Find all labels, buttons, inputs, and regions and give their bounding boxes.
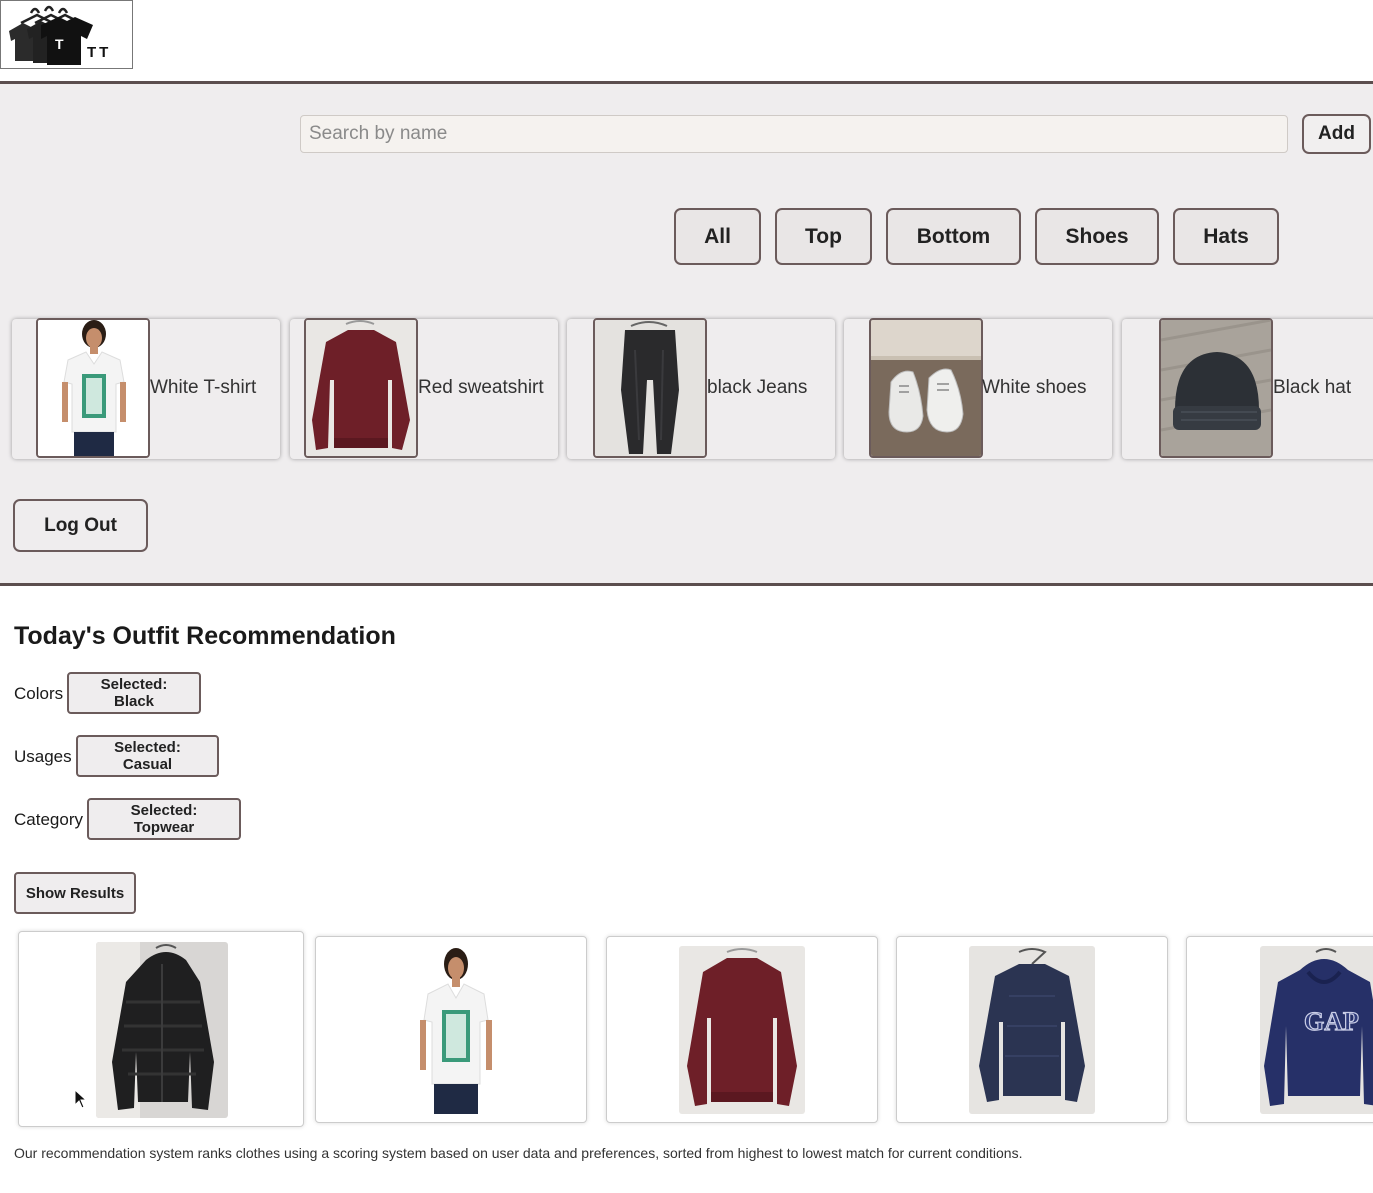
wardrobe-item-card[interactable]: White T-shirt bbox=[12, 318, 280, 459]
add-button[interactable]: Add bbox=[1302, 114, 1371, 154]
gap-logo-text: GAP bbox=[1304, 1007, 1359, 1036]
item-label: White T-shirt bbox=[150, 377, 257, 398]
filter-top-button[interactable]: Top bbox=[775, 208, 872, 265]
red-sweatshirt-image bbox=[679, 946, 805, 1114]
item-label: Red sweatshirt bbox=[418, 377, 544, 398]
filter-bottom-button[interactable]: Bottom bbox=[886, 208, 1021, 265]
wardrobe-panel: Add All Top Bottom Shoes Hats White T-sh… bbox=[0, 84, 1373, 586]
wardrobe-item-card[interactable]: Red sweatshirt bbox=[290, 318, 558, 459]
app-header: T TT bbox=[0, 0, 1373, 84]
white-tshirt-image bbox=[392, 946, 520, 1114]
wardrobe-item-card[interactable]: black Jeans bbox=[567, 318, 835, 459]
item-label: White shoes bbox=[982, 377, 1087, 398]
filter-all-button[interactable]: All bbox=[674, 208, 761, 265]
filter-hats-button[interactable]: Hats bbox=[1173, 208, 1279, 265]
recommendation-card[interactable] bbox=[315, 936, 587, 1123]
recommendation-card[interactable]: GAP bbox=[1186, 936, 1373, 1123]
mouse-cursor-icon bbox=[74, 1089, 88, 1109]
recommendation-card[interactable] bbox=[606, 936, 878, 1123]
black-hat-image bbox=[1159, 318, 1273, 458]
category-select-button[interactable]: Selected: Topwear bbox=[87, 798, 241, 840]
wardrobe-item-card[interactable]: White shoes bbox=[844, 318, 1112, 459]
red-sweatshirt-image bbox=[304, 318, 418, 458]
search-input[interactable] bbox=[300, 115, 1288, 153]
filter-shoes-button[interactable]: Shoes bbox=[1035, 208, 1159, 265]
usages-label: Usages bbox=[14, 747, 72, 766]
usages-select-button[interactable]: Selected: Casual bbox=[76, 735, 219, 777]
app-logo[interactable]: T TT bbox=[0, 0, 133, 69]
colors-select-button[interactable]: Selected: Black bbox=[67, 672, 201, 714]
hanger-shirts-logo-icon: T TT bbox=[9, 5, 111, 65]
colors-label: Colors bbox=[14, 684, 64, 703]
wardrobe-item-card[interactable]: Black hat bbox=[1122, 318, 1373, 459]
log-out-button[interactable]: Log Out bbox=[13, 499, 148, 552]
logo-text: TT bbox=[87, 44, 111, 61]
gap-hoodie-image: GAP bbox=[1260, 946, 1373, 1114]
category-label: Category bbox=[14, 810, 83, 829]
recommendation-card[interactable] bbox=[18, 931, 304, 1127]
navy-sweater-image bbox=[969, 946, 1095, 1114]
black-puffer-jacket-image bbox=[96, 942, 228, 1118]
item-label: black Jeans bbox=[707, 377, 808, 398]
show-results-button[interactable]: Show Results bbox=[14, 872, 136, 914]
recommendation-card[interactable] bbox=[896, 936, 1168, 1123]
recommendation-footnote: Our recommendation system ranks clothes … bbox=[14, 1145, 1023, 1161]
recommendation-title: Today's Outfit Recommendation bbox=[14, 622, 396, 650]
logo-shirt-letter: T bbox=[55, 36, 64, 52]
black-jeans-image bbox=[593, 318, 707, 458]
white-tshirt-image bbox=[36, 318, 150, 458]
white-shoes-image bbox=[869, 318, 983, 458]
item-label: Black hat bbox=[1273, 377, 1352, 398]
